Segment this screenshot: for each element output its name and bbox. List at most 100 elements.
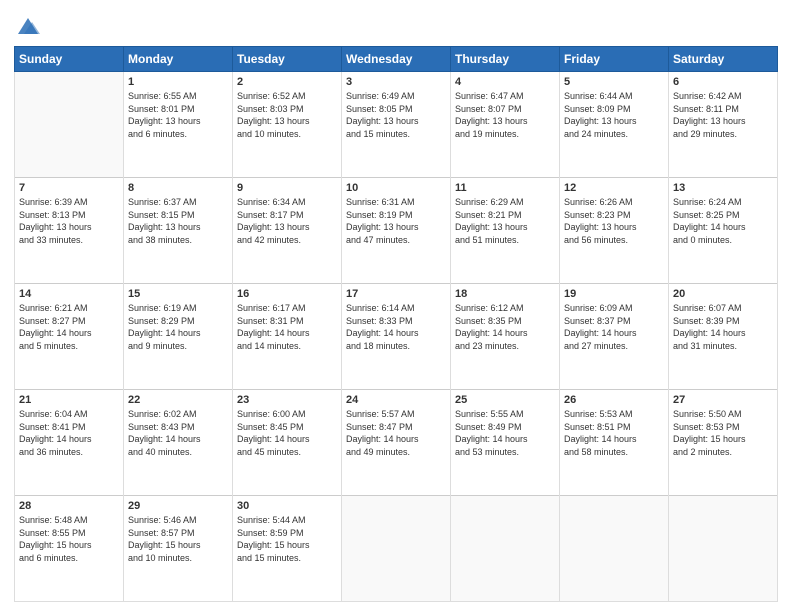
day-cell: 1 Sunrise: 6:55 AM Sunset: 8:01 PM Daylig… bbox=[124, 72, 233, 178]
day-info: Sunrise: 5:53 AM Sunset: 8:51 PM Dayligh… bbox=[564, 408, 664, 458]
day-info: Sunrise: 5:50 AM Sunset: 8:53 PM Dayligh… bbox=[673, 408, 773, 458]
day-cell: 25 Sunrise: 5:55 AM Sunset: 8:49 PM Dayli… bbox=[451, 390, 560, 496]
day-number: 19 bbox=[564, 288, 664, 300]
day-number: 8 bbox=[128, 182, 228, 194]
day-info: Sunrise: 6:24 AM Sunset: 8:25 PM Dayligh… bbox=[673, 196, 773, 246]
day-info: Sunrise: 6:44 AM Sunset: 8:09 PM Dayligh… bbox=[564, 90, 664, 140]
weekday-friday: Friday bbox=[560, 47, 669, 72]
day-number: 25 bbox=[455, 394, 555, 406]
day-cell bbox=[451, 496, 560, 602]
day-cell bbox=[669, 496, 778, 602]
day-info: Sunrise: 6:52 AM Sunset: 8:03 PM Dayligh… bbox=[237, 90, 337, 140]
day-info: Sunrise: 6:39 AM Sunset: 8:13 PM Dayligh… bbox=[19, 196, 119, 246]
day-number: 3 bbox=[346, 76, 446, 88]
day-cell: 26 Sunrise: 5:53 AM Sunset: 8:51 PM Dayli… bbox=[560, 390, 669, 496]
day-number: 18 bbox=[455, 288, 555, 300]
day-info: Sunrise: 6:09 AM Sunset: 8:37 PM Dayligh… bbox=[564, 302, 664, 352]
day-info: Sunrise: 6:31 AM Sunset: 8:19 PM Dayligh… bbox=[346, 196, 446, 246]
day-number: 7 bbox=[19, 182, 119, 194]
day-number: 27 bbox=[673, 394, 773, 406]
day-cell bbox=[15, 72, 124, 178]
day-number: 6 bbox=[673, 76, 773, 88]
day-number: 17 bbox=[346, 288, 446, 300]
day-number: 21 bbox=[19, 394, 119, 406]
day-cell: 27 Sunrise: 5:50 AM Sunset: 8:53 PM Dayli… bbox=[669, 390, 778, 496]
day-number: 14 bbox=[19, 288, 119, 300]
day-cell: 5 Sunrise: 6:44 AM Sunset: 8:09 PM Daylig… bbox=[560, 72, 669, 178]
day-cell: 15 Sunrise: 6:19 AM Sunset: 8:29 PM Dayli… bbox=[124, 284, 233, 390]
week-row-1: 1 Sunrise: 6:55 AM Sunset: 8:01 PM Daylig… bbox=[15, 72, 778, 178]
day-cell: 23 Sunrise: 6:00 AM Sunset: 8:45 PM Dayli… bbox=[233, 390, 342, 496]
week-row-2: 7 Sunrise: 6:39 AM Sunset: 8:13 PM Daylig… bbox=[15, 178, 778, 284]
day-cell: 17 Sunrise: 6:14 AM Sunset: 8:33 PM Dayli… bbox=[342, 284, 451, 390]
weekday-thursday: Thursday bbox=[451, 47, 560, 72]
day-cell: 16Sunrise: 6:17 AM Sunset: 8:31 PM Dayli… bbox=[233, 284, 342, 390]
day-number: 11 bbox=[455, 182, 555, 194]
day-number: 4 bbox=[455, 76, 555, 88]
day-info: Sunrise: 6:12 AM Sunset: 8:35 PM Dayligh… bbox=[455, 302, 555, 352]
week-row-4: 21 Sunrise: 6:04 AM Sunset: 8:41 PM Dayli… bbox=[15, 390, 778, 496]
day-info: Sunrise: 6:42 AM Sunset: 8:11 PM Dayligh… bbox=[673, 90, 773, 140]
day-cell: 9 Sunrise: 6:34 AM Sunset: 8:17 PM Daylig… bbox=[233, 178, 342, 284]
weekday-sunday: Sunday bbox=[15, 47, 124, 72]
weekday-tuesday: Tuesday bbox=[233, 47, 342, 72]
day-info: Sunrise: 6:37 AM Sunset: 8:15 PM Dayligh… bbox=[128, 196, 228, 246]
day-number: 9 bbox=[237, 182, 337, 194]
day-number: 15 bbox=[128, 288, 228, 300]
week-row-3: 14 Sunrise: 6:21 AM Sunset: 8:27 PM Dayli… bbox=[15, 284, 778, 390]
weekday-header-row: SundayMondayTuesdayWednesdayThursdayFrid… bbox=[15, 47, 778, 72]
day-number: 1 bbox=[128, 76, 228, 88]
day-cell: 20 Sunrise: 6:07 AM Sunset: 8:39 PM Dayli… bbox=[669, 284, 778, 390]
day-info: Sunrise: 5:55 AM Sunset: 8:49 PM Dayligh… bbox=[455, 408, 555, 458]
day-info: Sunrise: 5:44 AM Sunset: 8:59 PM Dayligh… bbox=[237, 514, 337, 564]
day-number: 12 bbox=[564, 182, 664, 194]
day-info: Sunrise: 6:34 AM Sunset: 8:17 PM Dayligh… bbox=[237, 196, 337, 246]
day-info: Sunrise: 6:29 AM Sunset: 8:21 PM Dayligh… bbox=[455, 196, 555, 246]
day-cell: 28Sunrise: 5:48 AM Sunset: 8:55 PM Dayli… bbox=[15, 496, 124, 602]
day-number: 22 bbox=[128, 394, 228, 406]
calendar-table: SundayMondayTuesdayWednesdayThursdayFrid… bbox=[14, 46, 778, 602]
weekday-monday: Monday bbox=[124, 47, 233, 72]
day-number: 30 bbox=[237, 500, 337, 512]
day-cell bbox=[342, 496, 451, 602]
day-cell: 8 Sunrise: 6:37 AM Sunset: 8:15 PM Daylig… bbox=[124, 178, 233, 284]
day-info: Sunrise: 6:55 AM Sunset: 8:01 PM Dayligh… bbox=[128, 90, 228, 140]
day-cell: 3 Sunrise: 6:49 AM Sunset: 8:05 PM Daylig… bbox=[342, 72, 451, 178]
logo bbox=[14, 10, 46, 38]
logo-icon bbox=[14, 10, 42, 38]
day-cell: 21 Sunrise: 6:04 AM Sunset: 8:41 PM Dayli… bbox=[15, 390, 124, 496]
weekday-wednesday: Wednesday bbox=[342, 47, 451, 72]
day-number: 23 bbox=[237, 394, 337, 406]
day-info: Sunrise: 6:21 AM Sunset: 8:27 PM Dayligh… bbox=[19, 302, 119, 352]
day-info: Sunrise: 6:04 AM Sunset: 8:41 PM Dayligh… bbox=[19, 408, 119, 458]
day-cell bbox=[560, 496, 669, 602]
day-cell: 10 Sunrise: 6:31 AM Sunset: 8:19 PM Dayli… bbox=[342, 178, 451, 284]
day-cell: 13 Sunrise: 6:24 AM Sunset: 8:25 PM Dayli… bbox=[669, 178, 778, 284]
day-info: Sunrise: 6:49 AM Sunset: 8:05 PM Dayligh… bbox=[346, 90, 446, 140]
day-cell: 14 Sunrise: 6:21 AM Sunset: 8:27 PM Dayli… bbox=[15, 284, 124, 390]
day-number: 10 bbox=[346, 182, 446, 194]
day-number: 26 bbox=[564, 394, 664, 406]
week-row-5: 28Sunrise: 5:48 AM Sunset: 8:55 PM Dayli… bbox=[15, 496, 778, 602]
day-info: Sunrise: 6:00 AM Sunset: 8:45 PM Dayligh… bbox=[237, 408, 337, 458]
day-info: Sunrise: 5:46 AM Sunset: 8:57 PM Dayligh… bbox=[128, 514, 228, 564]
day-info: Sunrise: 6:19 AM Sunset: 8:29 PM Dayligh… bbox=[128, 302, 228, 352]
day-info: Sunrise: 5:48 AM Sunset: 8:55 PM Dayligh… bbox=[19, 514, 119, 564]
day-cell: 2Sunrise: 6:52 AM Sunset: 8:03 PM Daylig… bbox=[233, 72, 342, 178]
day-cell: 22Sunrise: 6:02 AM Sunset: 8:43 PM Dayli… bbox=[124, 390, 233, 496]
day-number: 20 bbox=[673, 288, 773, 300]
day-cell: 11 Sunrise: 6:29 AM Sunset: 8:21 PM Dayli… bbox=[451, 178, 560, 284]
day-cell: 19 Sunrise: 6:09 AM Sunset: 8:37 PM Dayli… bbox=[560, 284, 669, 390]
day-info: Sunrise: 6:14 AM Sunset: 8:33 PM Dayligh… bbox=[346, 302, 446, 352]
header bbox=[14, 10, 778, 38]
day-info: Sunrise: 6:07 AM Sunset: 8:39 PM Dayligh… bbox=[673, 302, 773, 352]
day-cell: 18 Sunrise: 6:12 AM Sunset: 8:35 PM Dayli… bbox=[451, 284, 560, 390]
weekday-saturday: Saturday bbox=[669, 47, 778, 72]
day-info: Sunrise: 6:17 AM Sunset: 8:31 PM Dayligh… bbox=[237, 302, 337, 352]
day-number: 29 bbox=[128, 500, 228, 512]
day-number: 13 bbox=[673, 182, 773, 194]
day-number: 5 bbox=[564, 76, 664, 88]
day-info: Sunrise: 6:26 AM Sunset: 8:23 PM Dayligh… bbox=[564, 196, 664, 246]
day-cell: 7 Sunrise: 6:39 AM Sunset: 8:13 PM Daylig… bbox=[15, 178, 124, 284]
day-cell: 24Sunrise: 5:57 AM Sunset: 8:47 PM Dayli… bbox=[342, 390, 451, 496]
